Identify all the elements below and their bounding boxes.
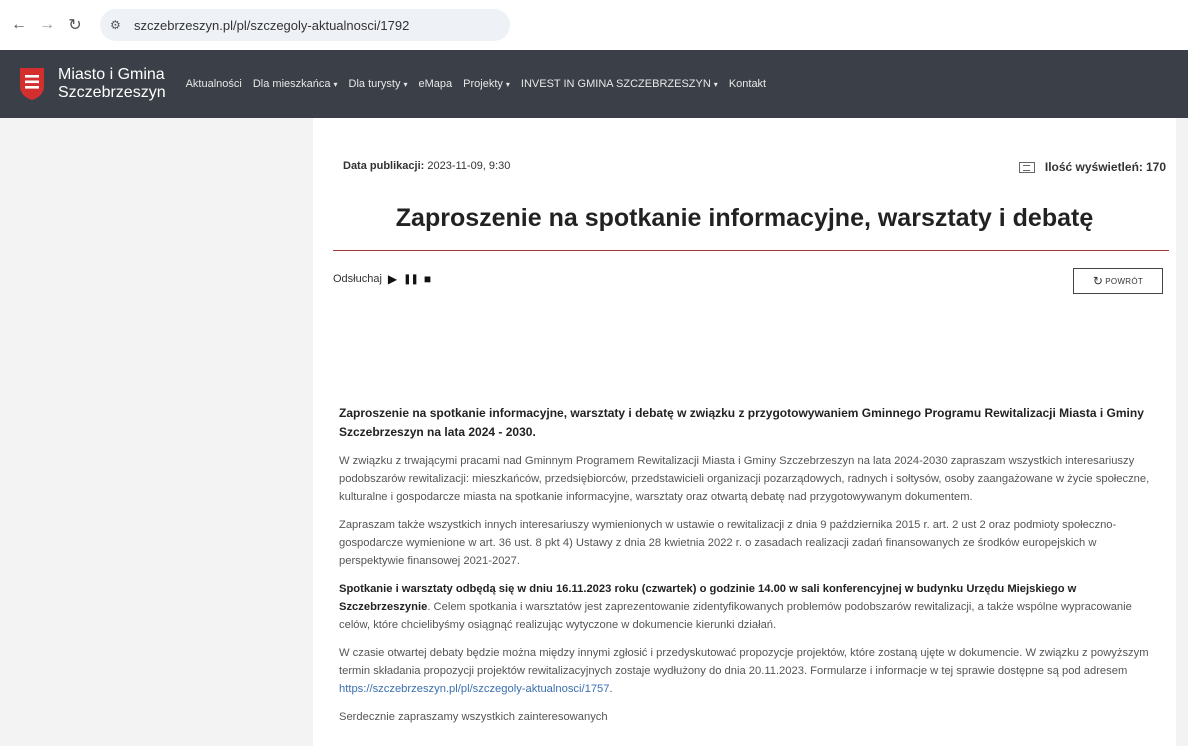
- back-button-label: POWRÓT: [1105, 276, 1144, 286]
- listen-label: Odsłuchaj: [333, 273, 382, 285]
- views-icon: [1018, 161, 1035, 173]
- menu-item-label: Dla turysty: [348, 78, 401, 90]
- main-menu: Aktualności Dla mieszkańca ▾ Dla turysty ▾ eM…: [186, 78, 778, 90]
- back-button[interactable]: ↻ POWRÓT: [1073, 268, 1163, 294]
- view-count-value: 170: [1145, 160, 1166, 174]
- publication-date-label: Data publikacji:: [343, 160, 425, 172]
- menu-item-label: Projekty: [463, 78, 503, 90]
- menu-item-label: eMapa: [418, 78, 453, 90]
- menu-item-label: Dla mieszkańca: [252, 78, 331, 90]
- menu-item-label: Kontakt: [728, 78, 767, 90]
- article-panel: Data publikacji: 2023-11-09, 9:30 Ilość …: [313, 118, 1176, 746]
- article-paragraph-5: Serdecznie zapraszamy wszystkich zainter…: [339, 711, 608, 723]
- left-sidebar: [0, 118, 313, 746]
- view-count-label: Ilość wyświetleń:: [1044, 160, 1143, 174]
- chevron-down-icon: ▾: [713, 80, 718, 89]
- meeting-goal: . Celem spotkania i warsztatów jest zapr…: [339, 601, 1132, 631]
- debate-info: W czasie otwartej debaty będzie można mi…: [339, 647, 1149, 677]
- pause-icon[interactable]: ❚❚: [403, 274, 419, 285]
- play-icon[interactable]: ▶: [388, 272, 397, 286]
- brand-line1: Miasto i Gmina: [58, 66, 165, 83]
- view-count: Ilość wyświetleń: 170: [1018, 160, 1166, 174]
- chevron-down-icon: ▾: [333, 80, 338, 89]
- menu-item-6[interactable]: Kontakt: [729, 78, 766, 90]
- menu-item-label: INVEST IN GMINA SZCZEBRZESZYN: [520, 78, 711, 90]
- article-paragraph-2: Zapraszam także wszystkich innych intere…: [339, 519, 1117, 567]
- site-header: Miasto i Gmina Szczebrzeszyn Aktualności…: [0, 50, 1188, 118]
- reload-icon[interactable]: ↻: [64, 14, 86, 36]
- chevron-down-icon: ▾: [505, 80, 510, 89]
- article-body: Zaproszenie na spotkanie informacyjne, w…: [339, 404, 1164, 736]
- article-paragraph-3: Spotkanie i warsztaty odbędą się w dniu …: [339, 580, 1164, 634]
- site-brand[interactable]: Miasto i Gmina Szczebrzeszyn: [58, 66, 166, 102]
- back-arrow-icon[interactable]: ←: [8, 14, 30, 36]
- menu-item-2[interactable]: Dla turysty ▾: [349, 78, 408, 90]
- page-title: Zaproszenie na spotkanie informacyjne, w…: [395, 204, 1094, 232]
- url-text: szczebrzeszyn.pl/pl/szczegoly-aktualnosc…: [134, 17, 410, 33]
- forward-arrow-icon[interactable]: →: [36, 14, 58, 36]
- brand-line2: Szczebrzeszyn: [58, 84, 166, 101]
- site-info-icon[interactable]: ⚙: [110, 18, 126, 32]
- stop-icon[interactable]: ■: [424, 272, 431, 286]
- article-paragraph-4: W czasie otwartej debaty będzie można mi…: [339, 644, 1164, 698]
- paragraph-4-end: .: [609, 683, 613, 695]
- menu-item-1[interactable]: Dla mieszkańca ▾: [253, 78, 338, 90]
- form-link[interactable]: https://szczebrzeszyn.pl/pl/szczegoly-ak…: [339, 683, 610, 695]
- address-bar[interactable]: ⚙ szczebrzeszyn.pl/pl/szczegoly-aktualno…: [100, 9, 510, 41]
- listen-controls: Odsłuchaj ▶ ❚❚ ■: [333, 272, 431, 286]
- menu-item-label: Aktualności: [185, 78, 242, 90]
- crest-icon[interactable]: [18, 66, 46, 102]
- undo-icon: ↻: [1092, 274, 1104, 288]
- article-lead: Zaproszenie na spotkanie informacyjne, w…: [339, 406, 1144, 439]
- browser-toolbar: ← → ↻ ⚙ szczebrzeszyn.pl/pl/szczegoly-ak…: [0, 0, 1188, 50]
- publication-date: Data publikacji: 2023-11-09, 9:30: [343, 160, 510, 172]
- menu-item-4[interactable]: Projekty ▾: [463, 78, 510, 90]
- menu-item-5[interactable]: INVEST IN GMINA SZCZEBRZESZYN ▾: [521, 78, 718, 90]
- chevron-down-icon: ▾: [403, 80, 408, 89]
- publication-date-value: 2023-11-09, 9:30: [427, 160, 511, 172]
- menu-item-3[interactable]: eMapa: [419, 78, 453, 90]
- article-paragraph-1: W związku z trwającymi pracami nad Gminn…: [339, 455, 1150, 503]
- title-divider: [333, 250, 1169, 251]
- menu-item-0[interactable]: Aktualności: [186, 78, 242, 90]
